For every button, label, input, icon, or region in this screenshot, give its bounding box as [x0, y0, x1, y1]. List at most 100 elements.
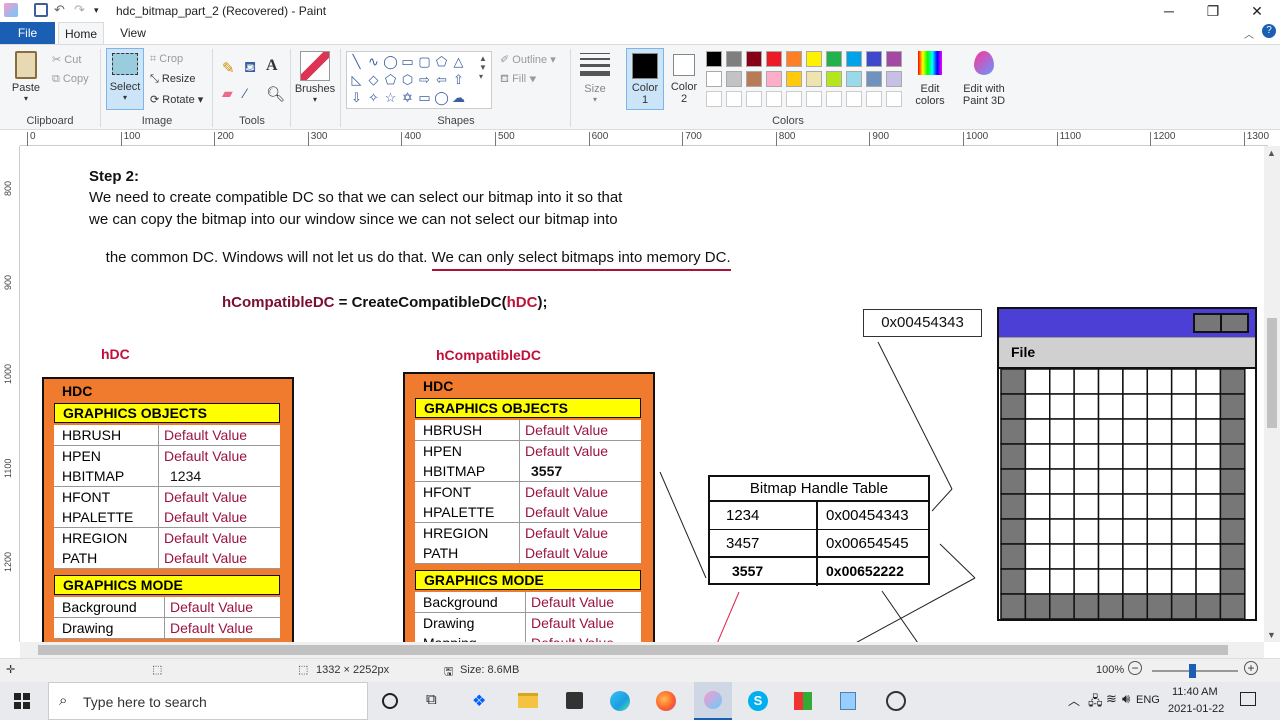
task-view-icon[interactable]: ⧉	[426, 691, 437, 708]
polygon-shape-icon[interactable]: ⬠	[434, 54, 449, 69]
size-button[interactable]: Size ▾	[578, 51, 612, 104]
chevron-up-icon[interactable]: ︿	[1244, 26, 1254, 41]
windows-start-icon[interactable]	[14, 693, 30, 709]
palette-swatch[interactable]	[746, 51, 762, 67]
color-picker-icon[interactable]: ⁄	[244, 85, 246, 101]
app-icon-notepad[interactable]	[840, 692, 856, 710]
palette-swatch[interactable]	[786, 71, 802, 87]
skype-icon[interactable]: S	[748, 691, 768, 711]
edit-colors-button[interactable]: Edit colors	[910, 51, 950, 107]
palette-swatch[interactable]	[726, 51, 742, 67]
tab-view[interactable]: View	[110, 22, 156, 44]
up-arrow-shape-icon[interactable]: ⇧	[451, 72, 466, 87]
paste-button[interactable]: Paste ▾	[8, 51, 44, 103]
brushes-button[interactable]: Brushes ▾	[294, 51, 336, 104]
callout-cloud-shape-icon[interactable]: ☁	[451, 90, 466, 105]
cut-button[interactable]: ✂ Cut	[52, 53, 81, 66]
palette-swatch[interactable]	[706, 71, 722, 87]
wifi-icon[interactable]: ≋	[1106, 691, 1117, 707]
star6-shape-icon[interactable]: ✡	[400, 90, 415, 105]
palette-swatch[interactable]	[866, 51, 882, 67]
palette-swatch-empty[interactable]	[806, 91, 822, 107]
undo-icon[interactable]: ↶	[54, 3, 68, 17]
palette-swatch[interactable]	[866, 71, 882, 87]
color2-button[interactable]: Color 2	[666, 48, 702, 110]
magnifier-icon[interactable]: 🔍︎	[266, 85, 285, 103]
outline-button[interactable]: ✐ Outline ▾	[500, 53, 556, 66]
shapes-gallery[interactable]: ╲ ∿ ◯ ▭ ▢ ⬠ △ ◺ ◇ ⬠ ⬡ ⇨ ⇦ ⇧ ⇩ ✧ ☆ ✡ ▭ ◯ …	[346, 51, 492, 109]
shapes-scroll-icon[interactable]: ▲ ▼ ▾	[479, 54, 487, 81]
palette-swatch-empty[interactable]	[846, 91, 862, 107]
palette-swatch[interactable]	[766, 51, 782, 67]
palette-swatch[interactable]	[766, 71, 782, 87]
palette-swatch[interactable]	[806, 71, 822, 87]
rotate-button[interactable]: ⟳ Rotate ▾	[150, 93, 203, 106]
canvas[interactable]: Step 2: We need to create compatible DC …	[20, 146, 1264, 642]
fill-button[interactable]: ⛾ Fill ▾	[500, 73, 537, 87]
down-arrow-shape-icon[interactable]: ⇩	[349, 90, 364, 105]
fill-bucket-icon[interactable]: ⛾	[244, 59, 256, 78]
maximize-button[interactable]: ❐	[1190, 0, 1236, 22]
store-icon[interactable]	[566, 692, 583, 709]
scroll-down-icon[interactable]: ▼	[1267, 630, 1276, 640]
vertical-scroll-thumb[interactable]	[1267, 318, 1277, 428]
taskbar-search-box[interactable]: ⌕ Type here to search	[48, 682, 368, 720]
file-explorer-icon[interactable]	[518, 693, 538, 708]
firefox-icon[interactable]	[656, 691, 676, 711]
save-icon[interactable]	[34, 3, 48, 17]
palette-swatch-empty[interactable]	[886, 91, 902, 107]
clock-date[interactable]: 2021-01-22	[1168, 703, 1224, 715]
edge-icon[interactable]	[610, 691, 630, 711]
star4-shape-icon[interactable]: ✧	[366, 90, 381, 105]
rectangle-shape-icon[interactable]: ▭	[400, 54, 415, 69]
text-icon[interactable]: A	[266, 57, 278, 75]
tab-home[interactable]: Home	[58, 22, 104, 44]
zoom-slider-thumb[interactable]	[1189, 664, 1196, 678]
hexagon-shape-icon[interactable]: ⬡	[400, 72, 415, 87]
triangle-shape-icon[interactable]: △	[451, 54, 466, 69]
palette-swatch[interactable]	[746, 71, 762, 87]
palette-swatch-empty[interactable]	[826, 91, 842, 107]
horizontal-scroll-thumb[interactable]	[38, 645, 1228, 655]
palette-swatch-empty[interactable]	[726, 91, 742, 107]
close-button[interactable]: ✕	[1234, 0, 1280, 22]
palette-swatch-empty[interactable]	[766, 91, 782, 107]
palette-swatch[interactable]	[846, 71, 862, 87]
palette-swatch-empty[interactable]	[746, 91, 762, 107]
eraser-icon[interactable]: ▰	[222, 85, 233, 102]
notification-icon[interactable]	[1240, 692, 1256, 706]
right-arrow-shape-icon[interactable]: ⇨	[417, 72, 432, 87]
crop-button[interactable]: ⌗ Crop	[150, 53, 183, 66]
clock-time[interactable]: 11:40 AM	[1172, 686, 1218, 698]
paint3d-button[interactable]: Edit with Paint 3D	[958, 51, 1010, 107]
cortana-icon[interactable]	[382, 693, 398, 709]
palette-swatch-empty[interactable]	[866, 91, 882, 107]
pencil-icon[interactable]: ✎	[222, 59, 235, 77]
curve-shape-icon[interactable]: ∿	[366, 54, 381, 69]
vertical-scrollbar[interactable]: ▲ ▼	[1264, 146, 1280, 642]
dropbox-icon[interactable]: ❖	[472, 691, 486, 711]
zoom-slider[interactable]	[1152, 664, 1238, 678]
palette-swatch[interactable]	[726, 71, 742, 87]
zoom-out-button[interactable]: −	[1128, 661, 1142, 675]
star5-shape-icon[interactable]: ☆	[383, 90, 398, 105]
callout-rect-shape-icon[interactable]: ▭	[417, 90, 432, 105]
tab-file[interactable]: File	[0, 22, 55, 44]
paint-taskbar-icon[interactable]	[694, 682, 732, 720]
minimize-button[interactable]: ─	[1146, 0, 1192, 22]
palette-swatch[interactable]	[706, 51, 722, 67]
scroll-up-icon[interactable]: ▲	[1267, 148, 1276, 158]
line-shape-icon[interactable]: ╲	[349, 54, 364, 69]
language-indicator[interactable]: ENG	[1136, 694, 1160, 706]
diamond-shape-icon[interactable]: ◇	[366, 72, 381, 87]
palette-swatch-empty[interactable]	[706, 91, 722, 107]
network-icon[interactable]: 🖧︎	[1088, 692, 1103, 714]
left-arrow-shape-icon[interactable]: ⇦	[434, 72, 449, 87]
palette-swatch[interactable]	[786, 51, 802, 67]
palette-swatch[interactable]	[886, 71, 902, 87]
oval-shape-icon[interactable]: ◯	[383, 54, 398, 69]
right-triangle-shape-icon[interactable]: ◺	[349, 72, 364, 87]
horizontal-scrollbar[interactable]	[20, 642, 1264, 658]
palette-swatch[interactable]	[846, 51, 862, 67]
palette-swatch[interactable]	[806, 51, 822, 67]
